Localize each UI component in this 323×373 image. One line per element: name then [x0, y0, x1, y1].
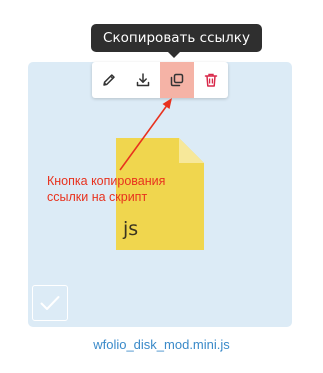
file-extension-label: js [123, 218, 139, 240]
download-icon [136, 73, 150, 87]
file-preview-stage: Скопировать ссылку js Кнопка копирования… [0, 0, 323, 373]
pencil-icon [103, 74, 115, 86]
download-button[interactable] [126, 62, 160, 98]
edit-button[interactable] [92, 62, 126, 98]
tooltip-arrow [168, 52, 180, 58]
file-name-link[interactable]: wfolio_disk_mod.mini.js [0, 337, 323, 352]
copy-link-tooltip: Скопировать ссылку [91, 24, 262, 52]
annotation-line-1: Кнопка копирования [47, 174, 166, 188]
trash-icon [204, 73, 218, 87]
file-toolbar [92, 62, 228, 98]
select-checkbox[interactable] [32, 285, 68, 321]
delete-button[interactable] [194, 62, 228, 98]
copy-link-icon [170, 73, 184, 87]
copy-link-button[interactable] [160, 62, 194, 98]
checkmark-icon [40, 296, 60, 310]
annotation-text: Кнопка копирования ссылки на скрипт [47, 173, 165, 205]
annotation-line-2: ссылки на скрипт [47, 190, 148, 204]
